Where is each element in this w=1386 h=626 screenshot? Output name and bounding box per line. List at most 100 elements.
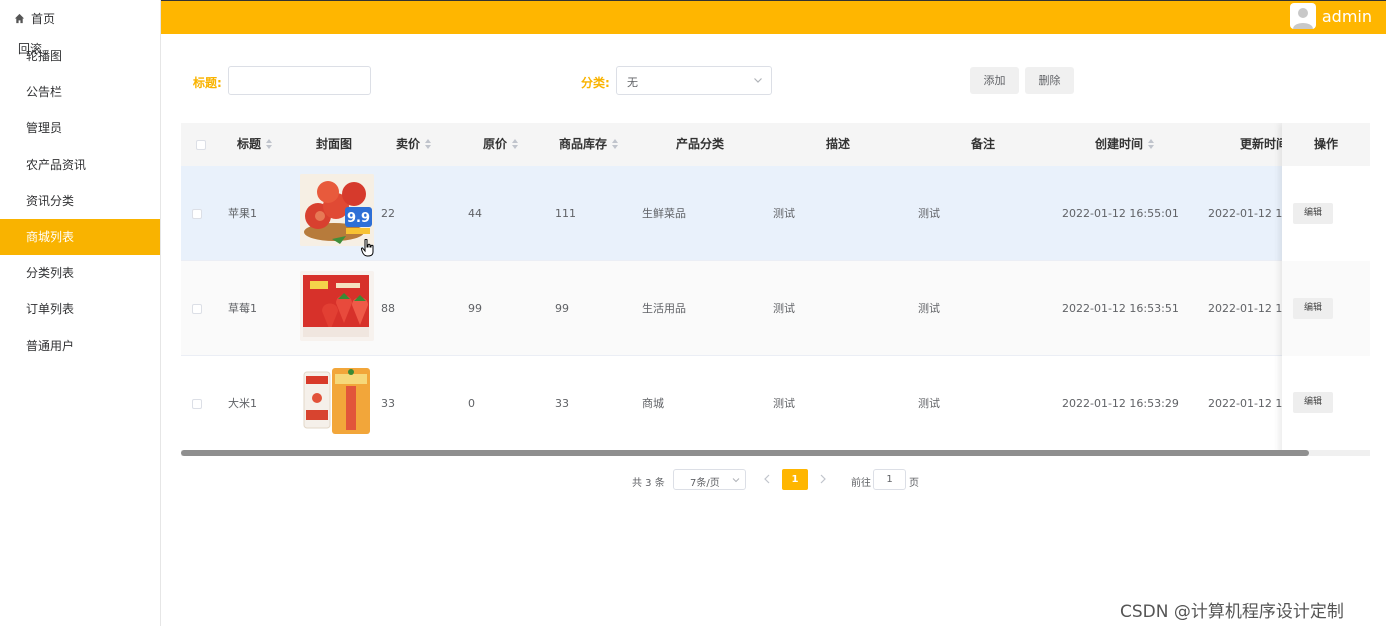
column-description: 描述: [826, 137, 851, 151]
page-size-select[interactable]: 7条/页: [673, 469, 746, 490]
goto-page-input[interactable]: 1: [873, 469, 906, 490]
column-cover: 封面图: [316, 137, 353, 151]
page-number-current[interactable]: 1: [782, 469, 808, 490]
cell-category: 生活用品: [642, 302, 686, 315]
horizontal-scrollbar[interactable]: [181, 450, 1370, 456]
next-page-icon[interactable]: [817, 472, 829, 486]
cell-updated: 2022-01-12 16:55:01: [1208, 207, 1282, 220]
cell-description: 测试: [773, 397, 795, 410]
table-row[interactable]: 苹果1 9.9 22 44 111 生鲜菜品 测试 测试 2022-01-12 …: [181, 166, 1370, 261]
cell-sale-price: 22: [381, 207, 395, 220]
cell-original-price: 99: [468, 302, 482, 315]
product-table: 标题 封面图 卖价 原价 商品库存 产品分类 描述 备注 创建时间 更新时间 苹…: [181, 123, 1370, 456]
cell-description: 测试: [773, 302, 795, 315]
column-category: 产品分类: [676, 137, 725, 151]
cell-updated: 2022-01-12 16:53:51: [1208, 302, 1282, 315]
table-row[interactable]: 大米1 33 0 33 商城 测试 测试 2022-01-12 16:53:29…: [181, 356, 1370, 451]
select-all-checkbox[interactable]: [196, 140, 206, 150]
user-icon: [1292, 8, 1313, 29]
table-row[interactable]: 草莓1 88 99 99 生活用品 测试 测试 2022-01-12 16:53…: [181, 261, 1370, 356]
cell-created: 2022-01-12 16:53:29: [1062, 397, 1179, 410]
top-bar: admin: [161, 0, 1386, 34]
column-actions: 操作: [1282, 123, 1370, 166]
sort-icon: [425, 138, 432, 149]
cell-title: 苹果1: [228, 207, 257, 220]
cell-remark: 测试: [918, 302, 940, 315]
column-created[interactable]: 创建时间: [1095, 123, 1155, 166]
row-checkbox[interactable]: [192, 209, 202, 219]
chevron-down-icon: [732, 478, 740, 483]
column-sale-price[interactable]: 卖价: [396, 123, 432, 166]
edit-button[interactable]: 编辑: [1293, 203, 1333, 224]
cell-title: 草莓1: [228, 302, 257, 315]
cell-category: 生鲜菜品: [642, 207, 686, 220]
avatar: [1289, 3, 1316, 29]
cover-image-strawberry: [300, 271, 374, 341]
edit-button[interactable]: 编辑: [1293, 392, 1333, 413]
column-original-price[interactable]: 原价: [483, 123, 519, 166]
page-suffix: 页: [909, 478, 919, 489]
app-root: 首页 回滚 轮播图 公告栏 管理员 农产品资讯 资讯分类 商城列表 分类列表 订…: [0, 0, 1386, 626]
svg-text:9.9: 9.9: [347, 211, 370, 226]
pagination-total: 共 3 条: [632, 478, 665, 489]
sidebar-home-label: 首页: [31, 11, 56, 26]
category-label: 分类:: [581, 76, 610, 90]
sidebar-item-category-list[interactable]: 分类列表: [0, 255, 160, 291]
cell-stock: 99: [555, 302, 569, 315]
page-size-value: 7条/页: [690, 478, 720, 489]
sidebar-item-carousel[interactable]: 轮播图: [0, 38, 160, 74]
cell-created: 2022-01-12 16:53:51: [1062, 302, 1179, 315]
user-menu[interactable]: admin: [1289, 2, 1372, 30]
sort-icon: [612, 138, 619, 149]
column-title[interactable]: 标题: [237, 123, 273, 166]
cell-sale-price: 88: [381, 302, 395, 315]
scrollbar-thumb[interactable]: [181, 450, 1309, 456]
table-header: 标题 封面图 卖价 原价 商品库存 产品分类 描述 备注 创建时间 更新时间: [181, 123, 1370, 166]
cell-remark: 测试: [918, 207, 940, 220]
add-button[interactable]: 添加: [970, 67, 1019, 94]
cell-created: 2022-01-12 16:55:01: [1062, 207, 1179, 220]
title-label: 标题:: [193, 76, 222, 90]
cell-updated: 2022-01-12 16:53:29: [1208, 397, 1282, 410]
sidebar-item-order-list[interactable]: 订单列表: [0, 291, 160, 327]
cell-title: 大米1: [228, 397, 257, 410]
cell-original-price: 0: [468, 397, 475, 410]
sidebar-item-news[interactable]: 农产品资讯: [0, 147, 160, 183]
cell-original-price: 44: [468, 207, 482, 220]
cell-sale-price: 33: [381, 397, 395, 410]
title-input[interactable]: [228, 66, 371, 95]
sort-icon: [266, 138, 273, 149]
sidebar-item-admin[interactable]: 管理员: [0, 110, 160, 146]
delete-button[interactable]: 删除: [1025, 67, 1074, 94]
username: admin: [1321, 6, 1372, 26]
goto-label: 前往: [851, 478, 871, 489]
cell-remark: 测试: [918, 397, 940, 410]
sort-icon: [512, 138, 519, 149]
cover-image-apple: 9.9: [300, 174, 374, 246]
row-checkbox[interactable]: [192, 304, 202, 314]
row-checkbox[interactable]: [192, 399, 202, 409]
home-icon: [14, 13, 25, 23]
sidebar-item-notice[interactable]: 公告栏: [0, 74, 160, 110]
edit-button[interactable]: 编辑: [1293, 298, 1333, 319]
sidebar-item-home[interactable]: 首页: [14, 10, 55, 26]
sidebar-item-news-category[interactable]: 资讯分类: [0, 183, 160, 219]
cell-stock: 33: [555, 397, 569, 410]
cell-stock: 111: [555, 207, 576, 220]
hand-cursor-icon: [361, 239, 374, 257]
cell-description: 测试: [773, 207, 795, 220]
sidebar: 首页 回滚 轮播图 公告栏 管理员 农产品资讯 资讯分类 商城列表 分类列表 订…: [0, 0, 161, 626]
prev-page-icon[interactable]: [761, 472, 773, 486]
watermark: CSDN @计算机程序设计定制: [1120, 602, 1344, 622]
actions-column: 操作 编辑 编辑 编辑: [1282, 123, 1370, 456]
column-stock[interactable]: 商品库存: [559, 123, 619, 166]
sidebar-item-shop-list[interactable]: 商城列表: [0, 219, 160, 255]
chevron-down-icon: [754, 78, 762, 83]
sidebar-item-users[interactable]: 普通用户: [0, 328, 160, 364]
category-select[interactable]: 无: [616, 66, 772, 95]
cover-image-rice: [300, 366, 374, 436]
column-remark: 备注: [971, 137, 996, 151]
category-select-value: 无: [627, 76, 638, 89]
cell-category: 商城: [642, 397, 664, 410]
sort-icon: [1148, 138, 1155, 149]
